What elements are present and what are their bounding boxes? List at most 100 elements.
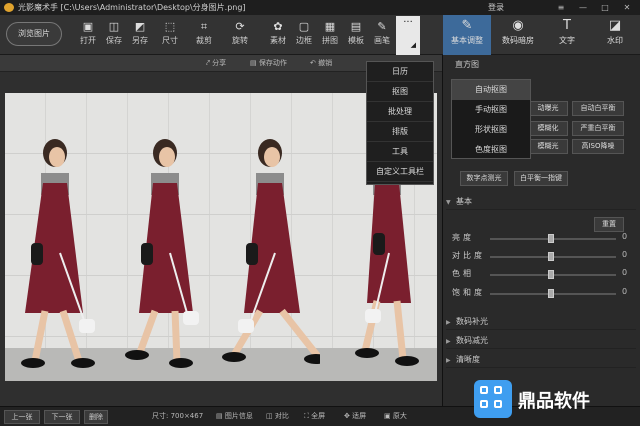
submenu-item-manual-cutout[interactable]: 手动抠图 bbox=[452, 100, 530, 120]
cutout-submenu: 自动抠图 手动抠图 形状抠图 色度抠图 bbox=[451, 79, 531, 159]
border-icon: ▢ bbox=[298, 20, 310, 33]
menu-item-customize-toolbar[interactable]: 自定义工具栏 bbox=[367, 162, 433, 182]
fit-screen-button[interactable]: ✥ 适屏 bbox=[344, 411, 366, 421]
section-basic[interactable]: ▼ 基本 bbox=[446, 194, 636, 210]
template-button[interactable]: ▤ 模板 bbox=[344, 19, 368, 51]
slider-knob[interactable] bbox=[548, 252, 554, 261]
submenu-item-chroma-cutout[interactable]: 色度抠图 bbox=[452, 140, 530, 160]
image-size-label: 尺寸: 700×467 bbox=[152, 412, 204, 420]
fullscreen-button[interactable]: ⛶ 全屏 bbox=[304, 411, 325, 421]
menu-item-layout[interactable]: 排版 bbox=[367, 122, 433, 142]
tab-text[interactable]: T 文字 bbox=[545, 15, 589, 55]
original-size-icon: ▣ bbox=[384, 412, 393, 420]
rotate-button[interactable]: ⟳ 旋转 bbox=[228, 19, 252, 51]
undo-button[interactable]: ↶ 撤销 bbox=[310, 55, 332, 72]
expand-arrow-icon: ▶ bbox=[446, 357, 451, 364]
brush-icon: ✎ bbox=[377, 20, 387, 33]
browse-images-button[interactable]: 浏览图片 bbox=[6, 22, 62, 46]
main-toolbar: 浏览图片 ▣ 打开 ◫ 保存 ◩ 另存 ⬚ 尺寸 ⌗ 裁剪 ⟳ 旋转 ✿ 素材 ▢ 边框 ▦ 拼图… bbox=[0, 15, 640, 55]
brush-button[interactable]: ✎ 画笔 bbox=[370, 19, 394, 51]
more-icon: ··· bbox=[403, 17, 413, 28]
material-button[interactable]: ✿ 素材 bbox=[266, 19, 290, 51]
blur-light-button[interactable]: 模糊光 bbox=[528, 139, 568, 154]
maximize-icon[interactable]: □ bbox=[596, 0, 614, 15]
delete-button[interactable]: 删除 bbox=[84, 410, 108, 424]
reset-button[interactable]: 重置 bbox=[594, 217, 624, 232]
save-icon: ◫ bbox=[108, 20, 120, 33]
open-button[interactable]: ▣ 打开 bbox=[76, 19, 100, 51]
material-icon: ✿ bbox=[273, 20, 283, 33]
rotate-icon: ⟳ bbox=[235, 20, 245, 33]
site-watermark: 鼎品软件 bbox=[470, 380, 640, 426]
blur-button[interactable]: 模糊化 bbox=[528, 121, 568, 136]
save-action-button[interactable]: ▤ 保存动作 bbox=[250, 55, 287, 72]
app-logo-icon bbox=[4, 3, 14, 12]
next-image-button[interactable]: 下一张 bbox=[44, 410, 80, 424]
image-info-button[interactable]: ▤ 图片信息 bbox=[216, 411, 253, 421]
prev-image-button[interactable]: 上一张 bbox=[4, 410, 40, 424]
walking-woman-figure bbox=[21, 139, 95, 368]
crop-button[interactable]: ⌗ 裁剪 bbox=[192, 19, 216, 51]
spot-metering-button[interactable]: 数字点测光 bbox=[460, 171, 508, 186]
original-size-button[interactable]: ▣ 原大 bbox=[384, 411, 407, 421]
info-icon: ▤ bbox=[216, 412, 225, 420]
walking-woman-figure bbox=[125, 139, 199, 368]
auto-white-balance-button[interactable]: 自动白平衡 bbox=[572, 101, 624, 116]
title-bar: 光影魔术手 [C:\Users\Administrator\Desktop\分身… bbox=[0, 0, 640, 15]
auto-exposure-button[interactable]: 动曝光 bbox=[528, 101, 568, 116]
menu-item-batch[interactable]: 批处理 bbox=[367, 102, 433, 122]
histogram-title: 直方图 bbox=[455, 60, 479, 69]
menu-item-tools[interactable]: 工具 bbox=[367, 142, 433, 162]
watermark-text: 鼎品软件 bbox=[518, 391, 590, 412]
section-digital-reduce-light[interactable]: ▶ 数码减光 bbox=[446, 333, 636, 349]
template-icon: ▤ bbox=[350, 20, 362, 33]
border-button[interactable]: ▢ 边框 bbox=[292, 19, 316, 51]
fit-icon: ✥ bbox=[344, 412, 353, 420]
section-digital-fill-light[interactable]: ▶ 数码补光 bbox=[446, 314, 636, 330]
save-as-button[interactable]: ◩ 另存 bbox=[128, 19, 152, 51]
share-button[interactable]: ⤤ 分享 bbox=[206, 55, 226, 72]
tab-basic-adjust[interactable]: ✎ 基本调整 bbox=[443, 15, 491, 55]
menu-item-cutout[interactable]: 抠图 bbox=[367, 82, 433, 102]
contrast-slider[interactable]: 对比度 0 bbox=[446, 250, 636, 264]
expand-arrow-icon: ▶ bbox=[446, 319, 451, 326]
slider-knob[interactable] bbox=[548, 234, 554, 243]
text-icon: T bbox=[563, 18, 571, 33]
tab-digital-darkroom[interactable]: ◉ 数码暗房 bbox=[494, 15, 542, 55]
menu-item-calendar[interactable]: 日历 bbox=[367, 62, 433, 82]
save-as-icon: ◩ bbox=[134, 20, 146, 33]
resize-button[interactable]: ⬚ 尺寸 bbox=[158, 19, 182, 51]
more-button[interactable]: ··· ◢ bbox=[396, 16, 420, 55]
save-button[interactable]: ◫ 保存 bbox=[102, 19, 126, 51]
section-clarity[interactable]: ▶ 清晰度 bbox=[446, 352, 636, 368]
save-action-icon: ▤ bbox=[250, 59, 259, 67]
expand-arrow-icon: ▶ bbox=[446, 338, 451, 345]
adjust-icon: ✎ bbox=[461, 18, 473, 33]
open-icon: ▣ bbox=[82, 20, 94, 33]
strict-white-balance-button[interactable]: 严重白平衡 bbox=[572, 121, 624, 136]
login-button[interactable]: 登录 bbox=[488, 0, 504, 15]
menu-icon[interactable]: ≡ bbox=[552, 0, 570, 15]
compare-button[interactable]: ◫ 对比 bbox=[266, 411, 289, 421]
crop-icon: ⌗ bbox=[200, 20, 208, 33]
walking-woman-figure bbox=[222, 139, 320, 364]
slider-knob[interactable] bbox=[548, 289, 554, 298]
slider-knob[interactable] bbox=[548, 270, 554, 279]
white-balance-picker-button[interactable]: 白平衡一指键 bbox=[514, 171, 568, 186]
brightness-slider[interactable]: 亮度 0 bbox=[446, 232, 636, 246]
submenu-item-shape-cutout[interactable]: 形状抠图 bbox=[452, 120, 530, 140]
close-icon[interactable]: ✕ bbox=[618, 0, 636, 15]
tab-watermark[interactable]: ◪ 水印 bbox=[592, 15, 638, 55]
minimize-icon[interactable]: — bbox=[574, 0, 592, 15]
darkroom-icon: ◉ bbox=[512, 18, 524, 33]
hue-slider[interactable]: 色相 0 bbox=[446, 268, 636, 282]
collapse-arrow-icon: ▼ bbox=[446, 199, 451, 206]
compare-icon: ◫ bbox=[266, 412, 275, 420]
watermark-logo-icon bbox=[474, 380, 512, 418]
resize-icon: ⬚ bbox=[164, 20, 176, 33]
saturation-slider[interactable]: 饱和度 0 bbox=[446, 287, 636, 301]
window-title: 光影魔术手 [C:\Users\Administrator\Desktop\分身… bbox=[18, 3, 246, 12]
collage-button[interactable]: ▦ 拼图 bbox=[318, 19, 342, 51]
high-iso-denoise-button[interactable]: 高ISO降噪 bbox=[572, 139, 624, 154]
submenu-item-auto-cutout[interactable]: 自动抠图 bbox=[452, 80, 530, 100]
